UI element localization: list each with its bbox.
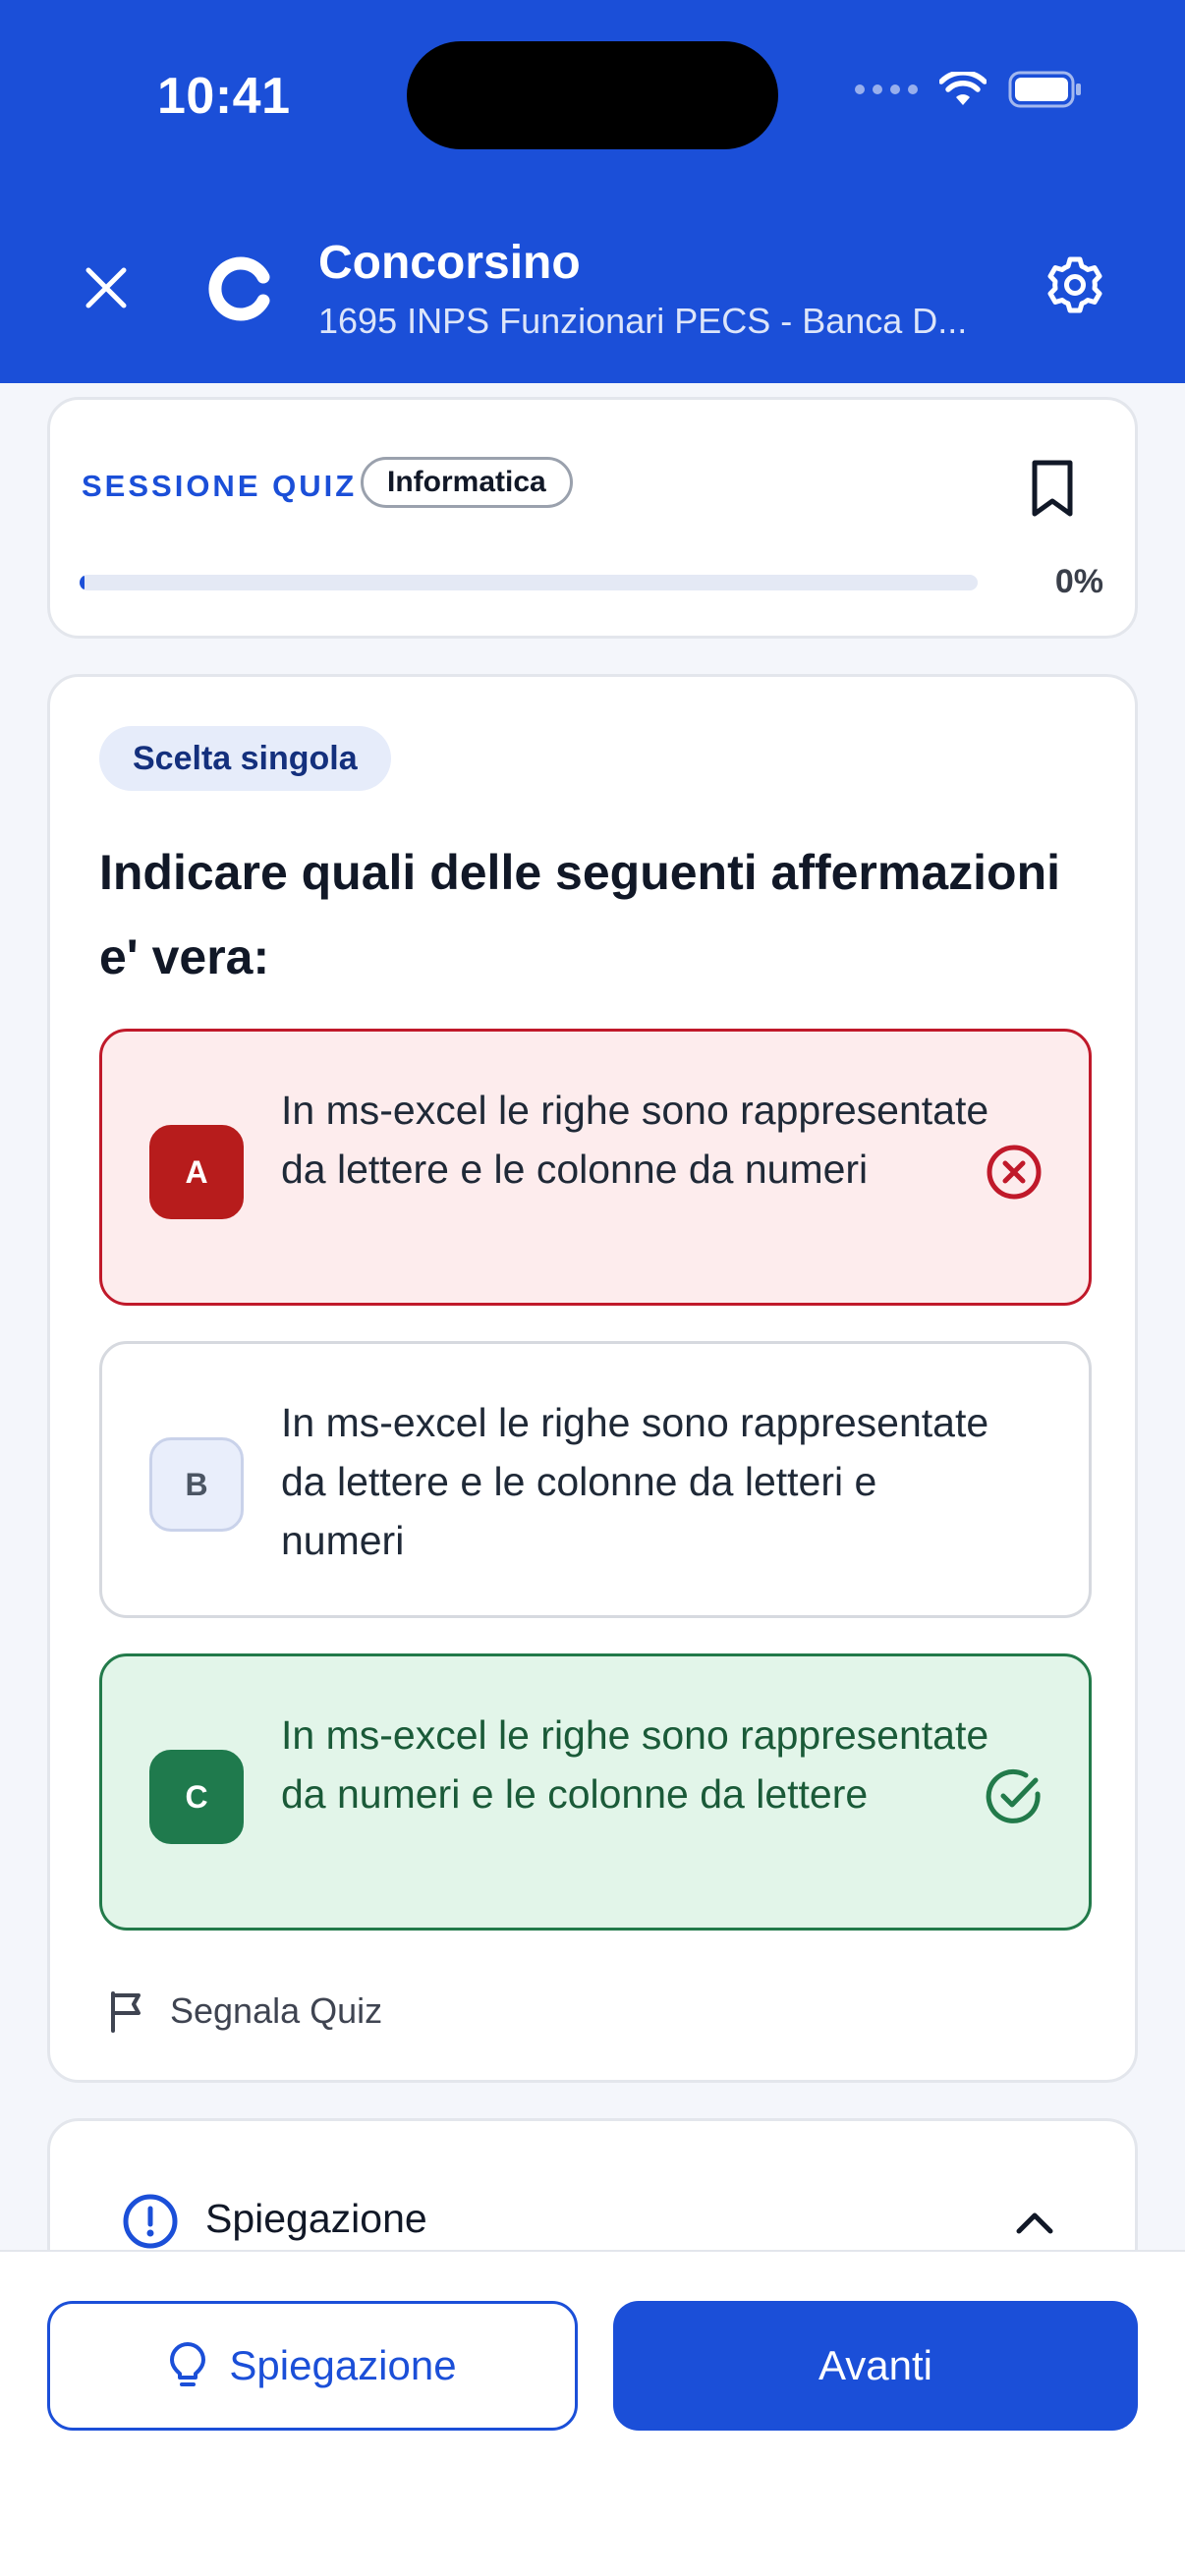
wrong-x-circle-icon	[987, 1145, 1042, 1200]
question-text: Indicare quali delle seguenti affermazio…	[99, 845, 1061, 984]
answer-option-a[interactable]: A In ms-excel le righe sono rappresentat…	[99, 1029, 1092, 1306]
option-text: In ms-excel le righe sono rappresentate …	[281, 1712, 989, 1817]
dynamic-island	[407, 41, 778, 149]
flag-icon	[111, 1991, 141, 2033]
bookmark-icon[interactable]	[1025, 457, 1080, 520]
question-card: Scelta singola Indicare quali delle segu…	[47, 674, 1138, 2083]
option-text: In ms-excel le righe sono rappresentate …	[281, 1400, 989, 1563]
gear-icon[interactable]	[1044, 253, 1106, 316]
question-type-chip: Scelta singola	[99, 726, 391, 791]
app-title: Concorsino	[318, 237, 581, 289]
progress-bar	[80, 575, 978, 590]
course-subtitle: 1695 INPS Funzionari PECS - Banca D...	[318, 301, 968, 341]
wifi-icon	[939, 72, 987, 105]
app-header: 10:41 Concorsino 1695 INPS Funzionari PE…	[0, 0, 1185, 383]
option-letter: C	[149, 1750, 244, 1844]
info-alert-icon	[123, 2194, 178, 2249]
check-circle-icon	[986, 1768, 1041, 1823]
close-icon[interactable]	[79, 260, 134, 315]
session-label: SESSIONE QUIZ	[82, 469, 358, 503]
chevron-up-icon[interactable]	[1013, 2202, 1056, 2245]
signal-icon	[855, 84, 918, 94]
bottom-action-bar: Spiegazione Avanti	[0, 2250, 1185, 2576]
session-card: SESSIONE QUIZ Informatica 0%	[47, 397, 1138, 639]
app-logo-icon	[208, 256, 270, 321]
explanation-button[interactable]: Spiegazione	[47, 2301, 578, 2431]
option-letter: A	[149, 1125, 244, 1219]
report-label: Segnala Quiz	[170, 1990, 383, 2031]
option-letter: B	[149, 1437, 244, 1532]
battery-icon	[1008, 71, 1081, 108]
progress-fill	[80, 575, 85, 590]
explanation-title: Spiegazione	[205, 2196, 427, 2241]
report-quiz-link[interactable]: Segnala Quiz	[107, 1989, 382, 2033]
explanation-button-label: Spiegazione	[229, 2342, 457, 2388]
option-text: In ms-excel le righe sono rappresentate …	[281, 1088, 989, 1192]
status-icons	[855, 71, 1083, 108]
topic-chip: Informatica	[361, 457, 573, 508]
answer-option-c[interactable]: C In ms-excel le righe sono rappresentat…	[99, 1653, 1092, 1931]
answer-option-b[interactable]: B In ms-excel le righe sono rappresentat…	[99, 1341, 1092, 1618]
progress-percent: 0%	[1054, 563, 1103, 600]
status-time: 10:41	[157, 68, 291, 125]
lightbulb-icon	[170, 2342, 206, 2386]
next-button[interactable]: Avanti	[613, 2301, 1138, 2431]
